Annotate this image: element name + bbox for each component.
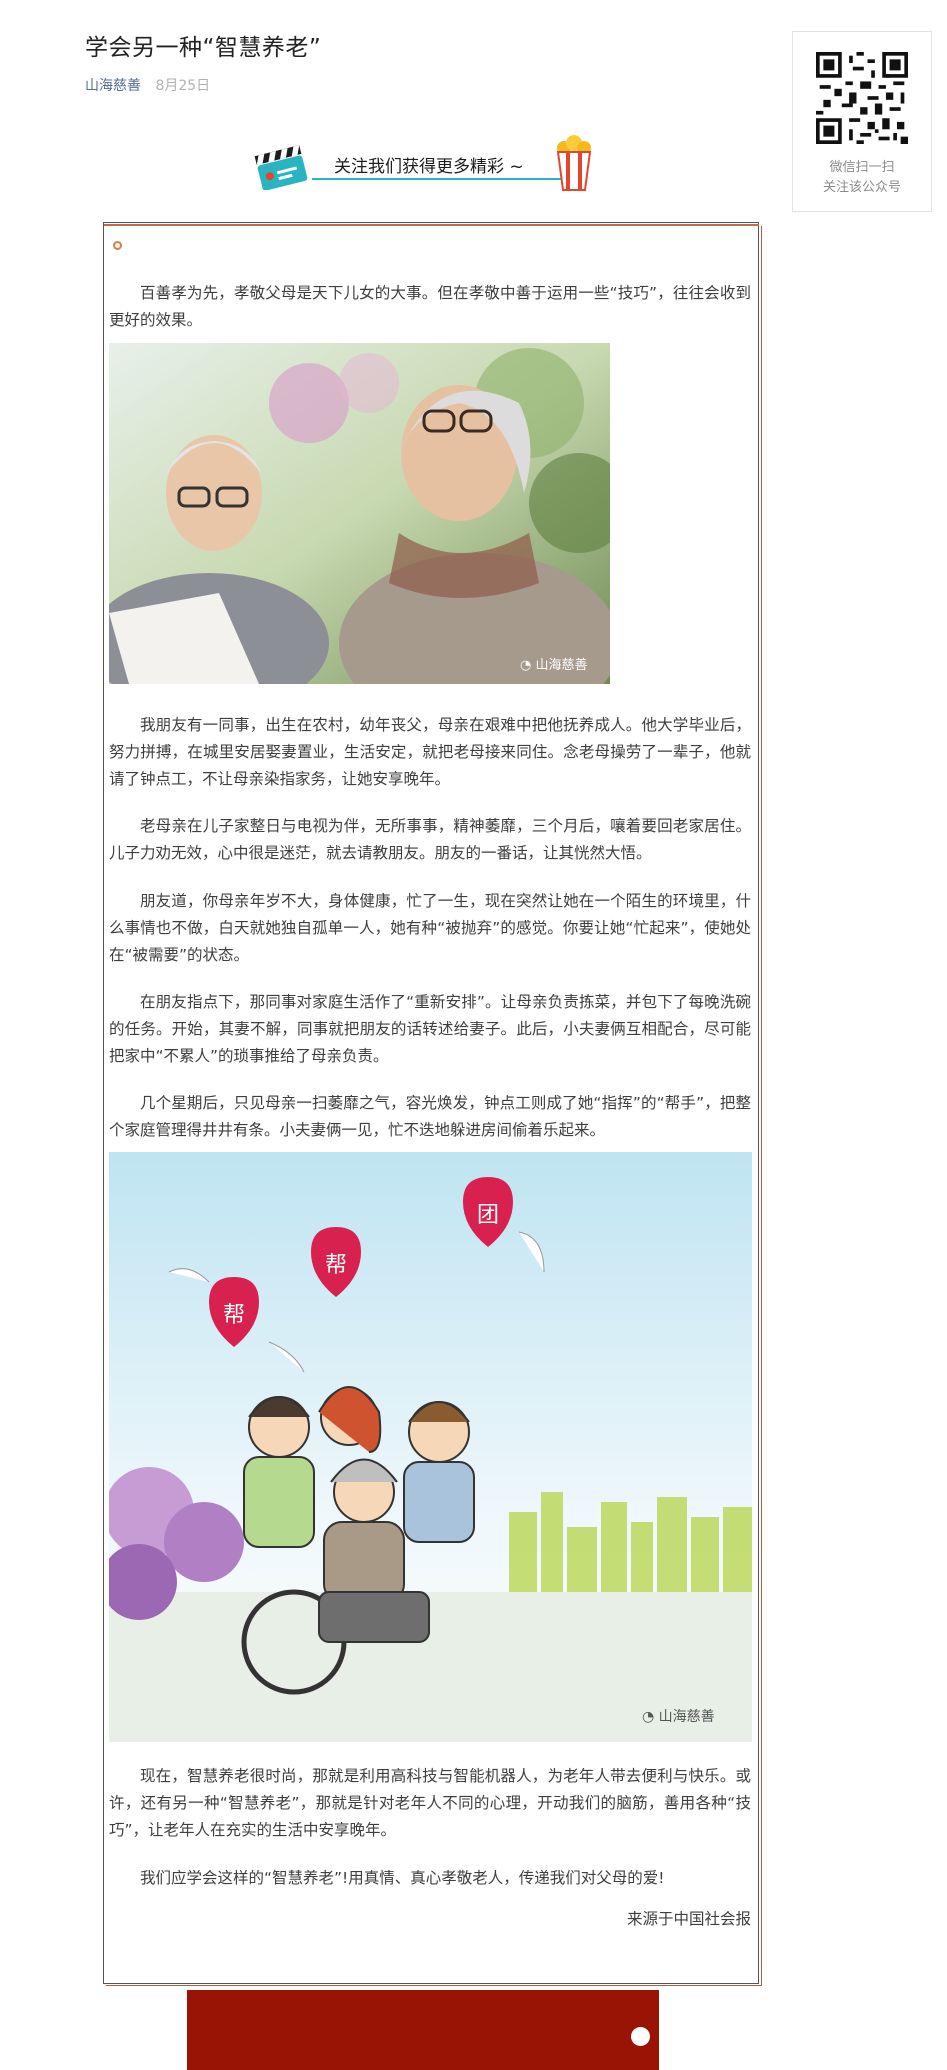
frame-accent-line [104, 224, 759, 226]
follow-us-banner: 关注我们获得更多精彩 ~ [254, 134, 594, 196]
qr-caption: 微信扫一扫 关注该公众号 [793, 158, 931, 198]
wechat-icon: ◔ [642, 1709, 655, 1725]
paragraph-intro: 百善孝为先，孝敬父母是天下儿女的大事。但在孝敬中善于运用一些“技巧”，往往会收到… [109, 284, 751, 329]
article-source: 来源于中国社会报 [626, 1910, 751, 1928]
paragraph-story-5: 几个星期后，只见母亲一扫萎靡之气，容光焕发，钟点工则成了她“指挥”的“帮手”，把… [109, 1094, 751, 1139]
account-name-link[interactable]: 山海慈善 [85, 78, 141, 94]
article-meta: 山海慈善 8月25日 [85, 76, 210, 96]
qr-code-icon [816, 52, 908, 144]
banner-underline [312, 178, 562, 180]
qr-caption-line1: 微信扫一扫 [829, 160, 895, 175]
clapperboard-icon [254, 145, 308, 190]
paragraph-smart-care: 现在，智慧养老很时尚，那就是利用高科技与智能机器人，为老年人带去便利与快乐。或许… [109, 1767, 751, 1839]
paragraph-closing: 我们应学会这样的“智慧养老”!用真情、真心孝敬老人，传递我们对父母的爱! [140, 1869, 665, 1887]
family-illustration: 帮 帮 团 [109, 1152, 752, 1742]
bottom-banner [187, 1990, 659, 2070]
paragraph-story-2: 老母亲在儿子家整日与电视为伴，无所事事，精神萎靡，三个月后，嚷着要回老家居住。儿… [109, 817, 751, 862]
follow-us-text: 关注我们获得更多精彩 ~ [334, 157, 524, 177]
heart-label-2: 帮 [325, 1253, 347, 1278]
decorative-dot [113, 241, 122, 250]
publish-date: 8月25日 [155, 78, 211, 94]
popcorn-icon [556, 135, 592, 191]
heart-label-3: 团 [477, 1203, 499, 1228]
paragraph-story-4: 在朋友指点下，那同事对家庭生活作了“重新安排”。让母亲负责拣菜，并包下了每晚洗碗… [109, 993, 751, 1065]
qr-caption-line2: 关注该公众号 [822, 180, 901, 195]
photo2-watermark: ◔ 山海慈善 [642, 1709, 715, 1725]
paragraph-story-3: 朋友道，你母亲年岁不大，身体健康，忙了一生，现在突然让她在一个陌生的环境里，什么… [109, 892, 751, 964]
bottom-decorative-dot [631, 2027, 650, 2046]
wechat-icon: ◔ [520, 658, 532, 673]
heart-label-1: 帮 [223, 1303, 245, 1328]
qr-follow-card: 微信扫一扫 关注该公众号 [792, 31, 932, 212]
elderly-couple-photo [109, 343, 610, 684]
article-title: 学会另一种“智慧养老” [85, 35, 322, 61]
photo1-watermark: ◔ 山海慈善 [520, 658, 588, 673]
paragraph-story-1: 我朋友有一同事，出生在农村，幼年丧父，母亲在艰难中把他抚养成人。他大学毕业后，努… [109, 716, 751, 788]
